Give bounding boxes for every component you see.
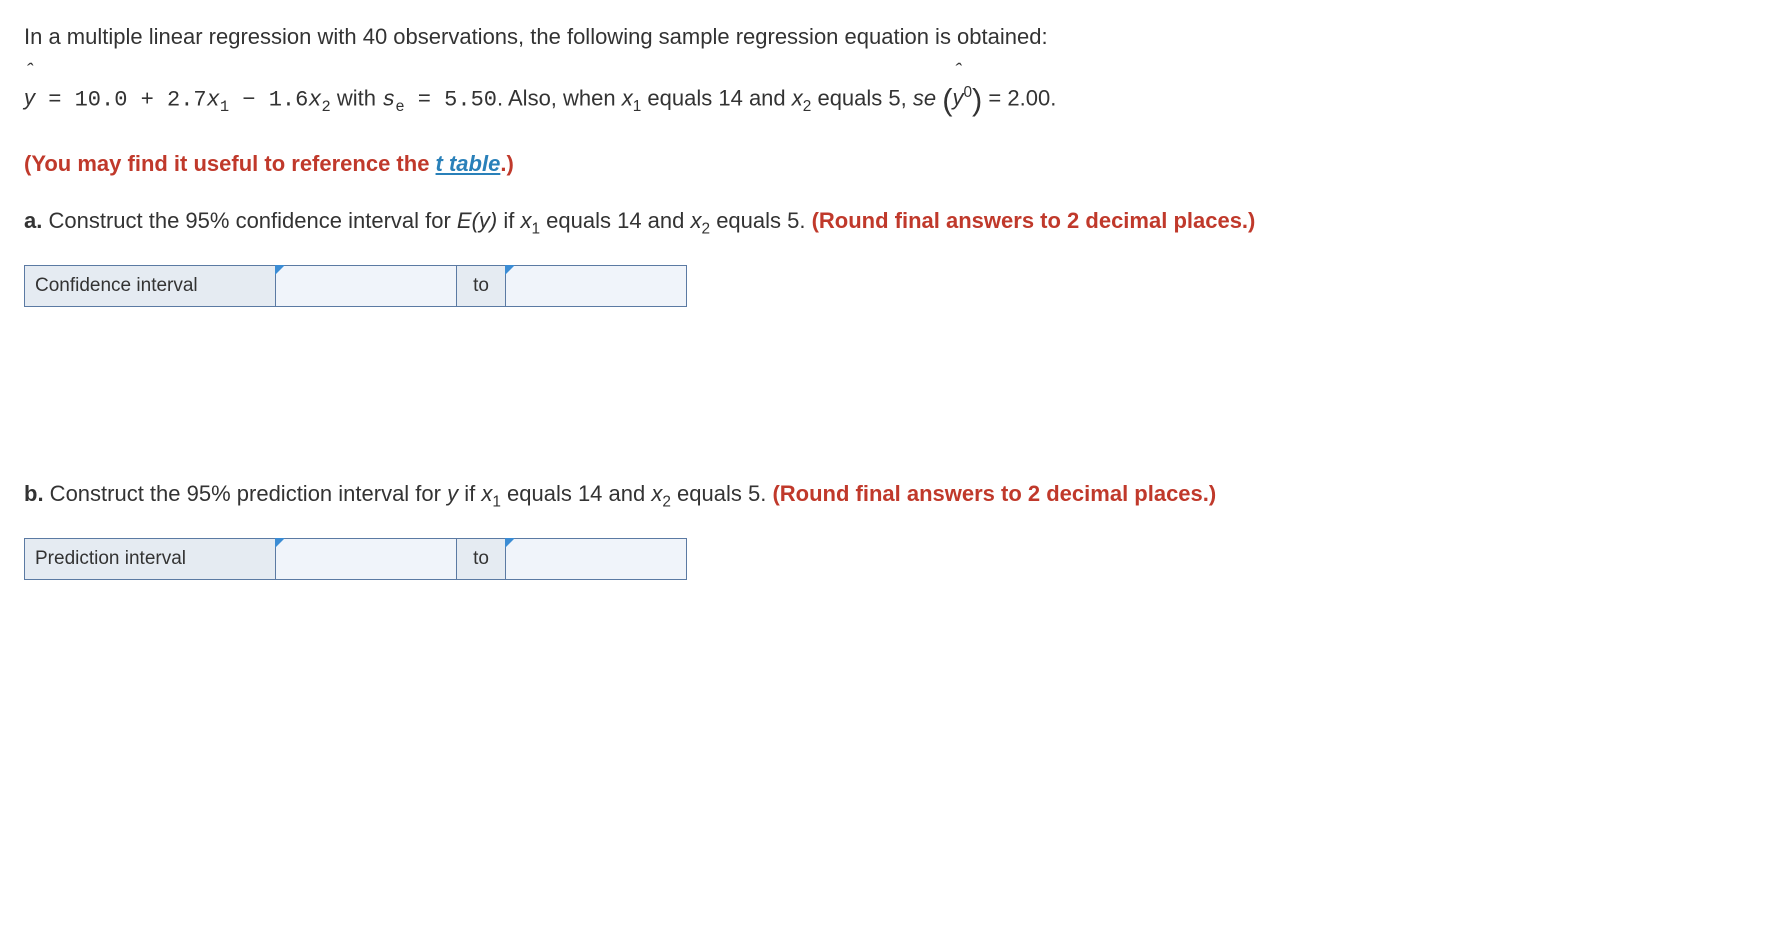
- part-a-pre: Construct the 95% confidence interval fo…: [42, 208, 457, 233]
- reference-post: .): [500, 151, 513, 176]
- eq200-text: = 2.00.: [982, 85, 1056, 110]
- pi-lower-input[interactable]: [276, 538, 457, 580]
- pa-round: (Round final answers to 2 decimal places…: [812, 208, 1256, 233]
- pb-x2-sub: 2: [662, 494, 671, 511]
- se-sub: e: [395, 98, 404, 116]
- pb-round: (Round final answers to 2 decimal places…: [772, 481, 1216, 506]
- x2-sub: 2: [322, 98, 331, 116]
- also-text: . Also, when: [497, 85, 622, 110]
- yhat0-sup: 0: [963, 84, 972, 101]
- ci-upper-input[interactable]: [506, 265, 687, 307]
- pa-x1: x: [520, 208, 531, 233]
- pb-eq5: equals 5.: [671, 481, 773, 506]
- part-b-question: b. Construct the 95% prediction interval…: [24, 477, 1760, 514]
- input-marker-icon: [505, 538, 515, 548]
- ci-to-cell: to: [457, 265, 506, 307]
- x1-var: x: [207, 87, 220, 112]
- pb-x1-sub: 1: [492, 494, 501, 511]
- part-a-question: a. Construct the 95% confidence interval…: [24, 204, 1760, 241]
- table-row: Prediction interval to: [25, 538, 687, 580]
- pa-eq14: equals 14 and: [540, 208, 690, 233]
- pa-eq5: equals 5.: [710, 208, 812, 233]
- pi-to-cell: to: [457, 538, 506, 580]
- open-paren: (: [942, 82, 952, 117]
- reference-line: (You may find it useful to reference the…: [24, 147, 1760, 180]
- input-marker-icon: [275, 538, 285, 548]
- ci-lower-input[interactable]: [276, 265, 457, 307]
- se-var: s: [382, 87, 395, 112]
- x1-sub: 1: [220, 98, 229, 116]
- prediction-interval-table: Prediction interval to: [24, 538, 687, 581]
- y-symbol: y: [447, 481, 458, 506]
- se-word: se: [913, 85, 942, 110]
- with-text: with: [331, 85, 382, 110]
- close-paren: ): [972, 82, 982, 117]
- yhat-symbol: ˆy: [24, 81, 35, 114]
- eq-part1: = 10.0 + 2.7: [35, 87, 207, 112]
- x2-again: x: [792, 85, 803, 110]
- ci-label-cell: Confidence interval: [25, 265, 276, 307]
- x2-var: x: [308, 87, 321, 112]
- equation-line: ˆy = 10.0 + 2.7x1 − 1.6x2 with se = 5.50…: [24, 77, 1760, 123]
- input-marker-icon: [275, 265, 285, 275]
- eq5-text: equals 5,: [811, 85, 913, 110]
- part-a-mid: if: [497, 208, 520, 233]
- eq-minus: − 1.6: [229, 87, 308, 112]
- part-b-pre: Construct the 95% prediction interval fo…: [44, 481, 448, 506]
- input-marker-icon: [505, 265, 515, 275]
- part-b-mid: if: [458, 481, 481, 506]
- table-row: Confidence interval to: [25, 265, 687, 307]
- pb-x1: x: [481, 481, 492, 506]
- reference-pre: (You may find it useful to reference the: [24, 151, 436, 176]
- pb-x2: x: [651, 481, 662, 506]
- t-table-link[interactable]: t table: [436, 151, 501, 176]
- pa-x1-sub: 1: [531, 221, 540, 238]
- pi-upper-input[interactable]: [506, 538, 687, 580]
- pb-eq14: equals 14 and: [501, 481, 651, 506]
- spacer: [24, 357, 1760, 477]
- part-a-label: a.: [24, 208, 42, 233]
- x1-again: x: [622, 85, 633, 110]
- pi-label-cell: Prediction interval: [25, 538, 276, 580]
- part-b-label: b.: [24, 481, 44, 506]
- ey-symbol: E(y): [457, 208, 497, 233]
- pa-x2-sub: 2: [702, 221, 711, 238]
- pa-x2: x: [691, 208, 702, 233]
- se-val: = 5.50: [405, 87, 497, 112]
- intro-text: In a multiple linear regression with 40 …: [24, 20, 1760, 53]
- yhat0-symbol: ˆy: [952, 81, 963, 114]
- eq14-text: equals 14 and: [641, 85, 791, 110]
- confidence-interval-table: Confidence interval to: [24, 265, 687, 308]
